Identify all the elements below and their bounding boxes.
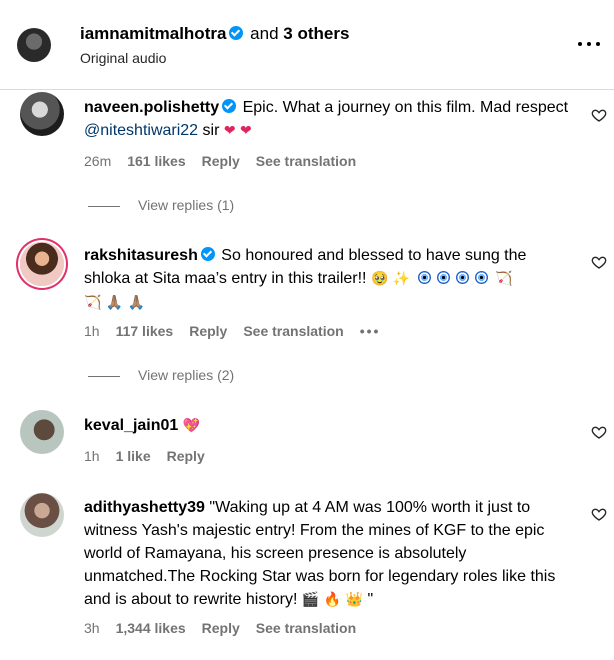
author-line: iamnamitmalhotra and 3 others xyxy=(80,24,349,44)
like-heart-icon[interactable] xyxy=(591,254,607,270)
more-options-icon[interactable]: ••• xyxy=(360,323,381,339)
comment-username[interactable]: adithyashetty39 xyxy=(84,499,205,516)
heart-emoji: ❤ ❤ xyxy=(223,123,252,139)
comment-meta: 26m 161 likes Reply See translation xyxy=(84,153,372,169)
author-username[interactable]: iamnamitmalhotra xyxy=(80,24,226,43)
avatar[interactable] xyxy=(20,493,64,537)
reply-button[interactable]: Reply xyxy=(202,153,240,169)
see-translation-button[interactable]: See translation xyxy=(256,620,356,636)
author-avatar[interactable] xyxy=(17,28,51,62)
timestamp: 26m xyxy=(84,153,112,169)
replies-divider xyxy=(88,205,120,207)
comment-username[interactable]: naveen.polishetty xyxy=(84,99,219,116)
verified-badge-icon xyxy=(200,247,215,261)
emoji-group: 🎬 🔥 👑 xyxy=(301,592,364,608)
comment-text: rakshitasuresh So honoured and blessed t… xyxy=(84,244,574,315)
replies-divider xyxy=(88,375,120,377)
comment-text: adithyashetty39 "Waking up at 4 AM was 1… xyxy=(84,496,574,612)
view-replies-label: View replies (1) xyxy=(138,197,235,213)
timestamp: 1h xyxy=(84,323,100,339)
view-replies-button[interactable]: View replies (2) xyxy=(88,367,234,383)
bow-emoji: 🏹 xyxy=(495,271,513,287)
like-heart-icon[interactable] xyxy=(591,107,607,123)
emoji-group: 🥹 ✨ xyxy=(370,271,411,287)
comment-meta: 1h 117 likes Reply See translation ••• xyxy=(84,323,396,339)
likes-count[interactable]: 117 likes xyxy=(116,323,174,339)
comment-body-end: sir xyxy=(198,122,220,139)
comment-username[interactable]: keval_jain01 xyxy=(84,417,178,434)
comment-meta: 1h 1 like Reply xyxy=(84,448,221,464)
comment-body: Epic. What a journey on this film. Mad r… xyxy=(242,99,569,116)
avatar[interactable] xyxy=(20,242,64,286)
heart-emoji: 💖 xyxy=(182,418,201,434)
post-header: iamnamitmalhotra and 3 others Original a… xyxy=(0,0,614,90)
comment-username[interactable]: rakshitasuresh xyxy=(84,247,198,264)
likes-count[interactable]: 1,344 likes xyxy=(116,620,186,636)
timestamp: 1h xyxy=(84,448,100,464)
reply-button[interactable]: Reply xyxy=(167,448,205,464)
view-replies-button[interactable]: View replies (1) xyxy=(88,197,234,213)
comment-text: naveen.polishetty Epic. What a journey o… xyxy=(84,96,574,143)
quote-end: " xyxy=(363,591,374,608)
reply-button[interactable]: Reply xyxy=(202,620,240,636)
likes-count[interactable]: 1 like xyxy=(116,448,151,464)
see-translation-button[interactable]: See translation xyxy=(256,153,356,169)
avatar[interactable] xyxy=(20,410,64,454)
evil-eye-emojis xyxy=(415,270,491,287)
timestamp: 3h xyxy=(84,620,100,636)
verified-badge-icon xyxy=(222,99,237,113)
reply-button[interactable]: Reply xyxy=(189,323,227,339)
like-heart-icon[interactable] xyxy=(591,506,607,522)
see-translation-button[interactable]: See translation xyxy=(243,323,343,339)
more-horizontal-icon[interactable] xyxy=(578,36,600,52)
and-text: and xyxy=(250,24,279,43)
verified-badge-icon xyxy=(229,26,244,40)
view-replies-label: View replies (2) xyxy=(138,367,235,383)
likes-count[interactable]: 161 likes xyxy=(127,153,185,169)
like-heart-icon[interactable] xyxy=(591,424,607,440)
avatar[interactable] xyxy=(20,92,64,136)
others-link[interactable]: 3 others xyxy=(283,24,349,43)
mention-link[interactable]: @niteshtiwari22 xyxy=(84,122,198,139)
comment-meta: 3h 1,344 likes Reply See translation xyxy=(84,620,372,636)
emoji-group-2: 🏹 🙏🏽 🙏🏽 xyxy=(84,295,146,311)
audio-label[interactable]: Original audio xyxy=(80,50,166,66)
comment-text: keval_jain01 💖 xyxy=(84,414,574,438)
